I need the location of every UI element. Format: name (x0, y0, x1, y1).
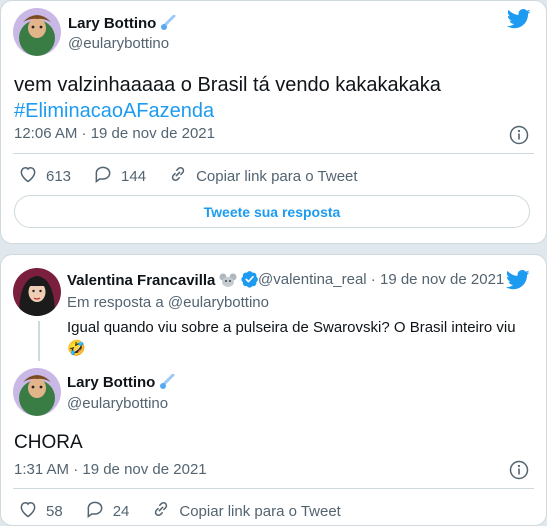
avatar[interactable] (13, 8, 61, 56)
copy-link-label: Copiar link para o Tweet (179, 502, 341, 520)
divider (13, 153, 534, 154)
reply-text: Igual quando viu sobre a pulseira de Swa… (67, 318, 537, 358)
divider (13, 488, 534, 489)
action-bar: 58 24 Copiar link para o Tweet (18, 499, 363, 523)
reply-count: 144 (121, 167, 147, 185)
link-icon (168, 164, 196, 188)
mouse-emoji-icon (219, 272, 237, 292)
tweet-card-2: Valentina Francavilla @valentina_real · … (0, 254, 547, 526)
reply-button[interactable]: 144 (93, 164, 146, 188)
like-count: 58 (46, 502, 63, 520)
like-button[interactable]: 58 (18, 499, 63, 523)
author-handle[interactable]: @eularybottino (67, 395, 168, 412)
timestamp[interactable]: 12:06 AM · 19 de nov de 2021 (14, 125, 215, 142)
copy-link-label: Copiar link para o Tweet (196, 167, 358, 185)
author-handle[interactable]: @eularybottino (68, 35, 169, 52)
verified-badge-icon (241, 270, 259, 292)
copy-link-button[interactable]: Copiar link para o Tweet (151, 499, 341, 523)
like-count: 613 (46, 167, 72, 185)
twitter-bird-icon[interactable] (506, 9, 531, 34)
heart-icon (18, 499, 46, 523)
avatar[interactable] (13, 368, 61, 416)
tweet-text: CHORA (14, 432, 83, 453)
link-icon (151, 499, 179, 523)
reply-button[interactable]: 24 (85, 499, 130, 523)
copy-link-button[interactable]: Copiar link para o Tweet (168, 164, 358, 188)
reply-bubble-icon (85, 499, 113, 523)
avatar[interactable] (13, 268, 61, 316)
author-name[interactable]: Lary Bottino (67, 373, 175, 394)
rofl-emoji: 🤣 (67, 339, 86, 357)
heart-icon (18, 164, 46, 188)
hashtag-link[interactable]: #EliminacaoAFazenda (14, 98, 534, 124)
in-reply-to[interactable]: Em resposta a @eularybottino (67, 294, 269, 311)
reply-handle-date[interactable]: @valentina_real · 19 de nov de 2021 (258, 271, 504, 288)
action-bar: 613 144 Copiar link para o Tweet (18, 164, 380, 188)
author-name[interactable]: Lary Bottino (68, 14, 176, 35)
twitter-bird-icon[interactable] (505, 270, 530, 295)
reply-count: 24 (112, 502, 130, 520)
timestamp[interactable]: 1:31 AM · 19 de nov de 2021 (14, 461, 207, 478)
reply-author-name[interactable]: Valentina Francavilla (67, 270, 259, 292)
info-icon[interactable] (509, 460, 529, 485)
comet-emoji-icon (159, 373, 175, 394)
reply-bubble-icon (93, 164, 121, 188)
info-icon[interactable] (509, 125, 529, 150)
thread-line (38, 321, 40, 361)
tweet-text: vem valzinhaaaaa o Brasil tá vendo kakak… (14, 72, 534, 124)
tweet-card-1: Lary Bottino @eularybottino vem valzinha… (0, 0, 547, 244)
tweet-reply-button[interactable]: Tweete sua resposta (14, 195, 530, 228)
like-button[interactable]: 613 (18, 164, 71, 188)
comet-emoji-icon (160, 14, 176, 35)
